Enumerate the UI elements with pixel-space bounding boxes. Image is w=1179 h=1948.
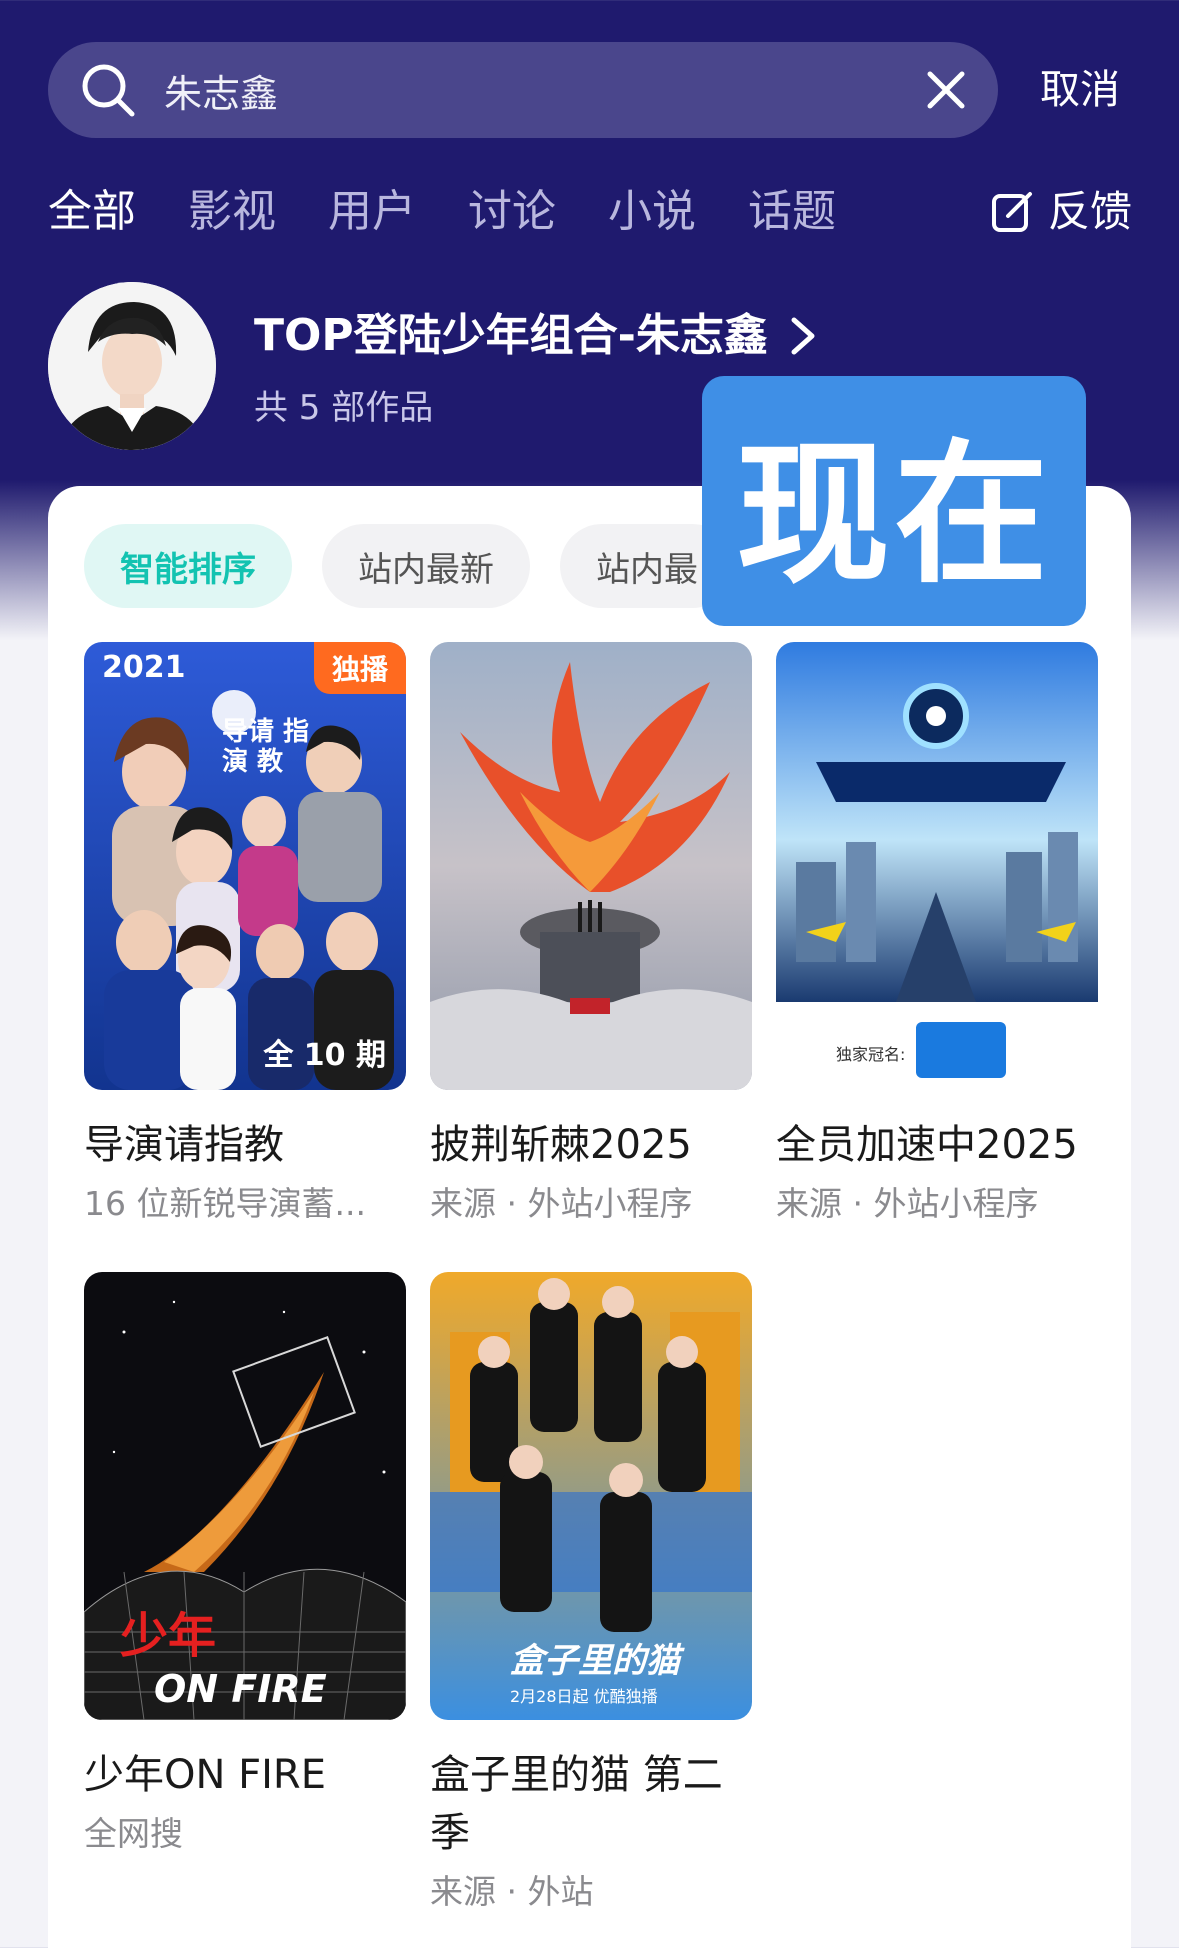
svg-text:演 教: 演 教 — [222, 746, 283, 777]
search-input[interactable] — [164, 68, 904, 112]
profile-title[interactable]: TOP登陆少年组合-朱志鑫 — [254, 306, 818, 366]
episodes-badge: 全 10 期 — [263, 1038, 386, 1073]
poster-image: 少年 ON FIRE — [84, 1272, 406, 1720]
svg-text:2月28日起 优酷独播: 2月28日起 优酷独播 — [510, 1687, 658, 1706]
card-subtitle: 16 位新锐导演蓄... — [84, 1184, 366, 1223]
sort-latest-chip[interactable]: 站内最新 — [322, 524, 530, 608]
result-card[interactable]: 少年 ON FIRE 少年ON FIRE 全网搜 — [84, 1272, 406, 1858]
tab-novel[interactable]: 小说 — [608, 182, 696, 242]
avatar-image — [48, 282, 216, 450]
search-bar[interactable] — [48, 42, 998, 138]
tab-users[interactable]: 用户 — [328, 182, 416, 242]
results-card: 智能排序 站内最新 站内最 导请 指 演 教 2021 独播 全 10 期 导演… — [48, 486, 1131, 1948]
tab-discussion[interactable]: 讨论 — [468, 182, 556, 242]
svg-text:少年: 少年 — [120, 1608, 216, 1664]
result-card[interactable]: 导请 指 演 教 2021 独播 全 10 期 导演请指教 16 位新锐导演蓄.… — [84, 642, 406, 1228]
poster-image: 导请 指 演 教 2021 独播 全 10 期 — [84, 642, 406, 1090]
svg-text:导请 指: 导请 指 — [222, 717, 309, 747]
card-title: 少年ON FIRE — [84, 1752, 326, 1798]
tab-topics[interactable]: 话题 — [748, 182, 836, 242]
feedback-button[interactable]: 反馈 — [990, 182, 1132, 242]
poster-image: 盒子里的猫 2月28日起 优酷独播 — [430, 1272, 752, 1720]
tab-film[interactable]: 影视 — [188, 182, 276, 242]
profile-title-text: TOP登陆少年组合-朱志鑫 — [254, 310, 768, 361]
now-overlay-badge: 现在 — [702, 376, 1086, 626]
card-title: 盒子里的猫 第二季 — [430, 1752, 723, 1856]
svg-text:独家冠名:: 独家冠名: — [836, 1045, 905, 1064]
result-card[interactable]: 披荆斩棘2025 来源 · 外站小程序 — [430, 642, 752, 1228]
result-card[interactable]: 独家冠名: 全员加速中2025 来源 · 外站小程序 — [776, 642, 1098, 1228]
svg-text:盒子里的猫: 盒子里的猫 — [510, 1641, 685, 1681]
cancel-button[interactable]: 取消 — [1040, 62, 1120, 118]
close-icon[interactable] — [924, 68, 968, 112]
chevron-right-icon — [791, 317, 815, 355]
poster-image: 独家冠名: — [776, 642, 1098, 1090]
result-card[interactable]: 盒子里的猫 2月28日起 优酷独播 盒子里的猫 第二季 来源 · 外站 — [430, 1272, 752, 1916]
sort-options: 智能排序 站内最新 站内最 — [84, 524, 734, 608]
card-subtitle: 来源 · 外站小程序 — [776, 1184, 1039, 1223]
year-badge: 2021 — [102, 650, 186, 685]
card-title: 披荆斩棘2025 — [430, 1122, 692, 1168]
tab-all[interactable]: 全部 — [48, 182, 136, 242]
avatar[interactable] — [48, 282, 216, 450]
svg-text:ON FIRE: ON FIRE — [154, 1667, 327, 1711]
card-title: 导演请指教 — [84, 1122, 284, 1168]
card-subtitle: 来源 · 外站 — [430, 1872, 594, 1911]
edit-icon — [992, 192, 1032, 232]
card-subtitle: 全网搜 — [84, 1814, 183, 1853]
card-subtitle: 来源 · 外站小程序 — [430, 1184, 693, 1223]
feedback-label: 反馈 — [1048, 187, 1133, 236]
profile-work-count: 共 5 部作品 — [254, 388, 434, 428]
category-tabs: 全部 影视 用户 讨论 小说 话题 — [48, 182, 888, 242]
card-title: 全员加速中2025 — [776, 1122, 1078, 1168]
poster-image — [430, 642, 752, 1090]
exclusive-badge: 独播 — [313, 642, 406, 694]
sort-smart-chip[interactable]: 智能排序 — [84, 524, 292, 608]
search-icon — [82, 64, 135, 117]
